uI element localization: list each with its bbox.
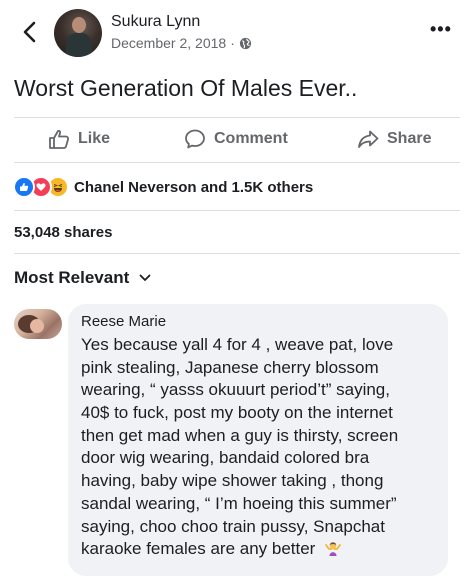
comment-sort-label: Most Relevant xyxy=(14,268,130,287)
comment-line: then get mad when a guy is thirsty, scre… xyxy=(81,425,399,445)
post-meta: December 2, 2018 · xyxy=(111,35,252,51)
author-avatar[interactable] xyxy=(54,9,102,57)
comment-line-last: karaoke females are any better xyxy=(81,538,443,561)
person-shrugging-emoji xyxy=(325,542,341,557)
comment-line: 40$ to fuck, post my booty on the intern… xyxy=(81,403,393,423)
comment-line: Yes because yall 4 for 4 , weave pat, lo… xyxy=(81,335,394,354)
post-text: Worst Generation Of Males Ever.. xyxy=(14,75,358,101)
post-actions: Like Comment Share xyxy=(0,118,474,162)
share-button[interactable]: Share xyxy=(357,128,431,150)
comment-sort-dropdown[interactable]: Most Relevant xyxy=(14,268,151,288)
comment-line: having, baby wipe shower taking , thong xyxy=(81,471,384,491)
share-arrow-icon xyxy=(358,130,379,148)
more-options-button[interactable]: ••• xyxy=(430,20,452,38)
share-count[interactable]: 53,048 shares xyxy=(14,224,112,241)
commenter-avatar[interactable] xyxy=(14,309,62,339)
like-icon xyxy=(13,176,35,198)
comment-line: pink stealing, Japanese cherry blossom xyxy=(81,357,379,377)
share-label: Share xyxy=(387,130,432,147)
divider xyxy=(14,210,460,211)
divider xyxy=(14,162,460,163)
chevron-down-icon xyxy=(139,274,151,281)
post-date[interactable]: December 2, 2018 xyxy=(111,35,226,51)
comment-line: saying, choo choo train pussy, Snapchat xyxy=(81,516,385,536)
meta-separator: · xyxy=(230,35,235,51)
comment-line: sandal wearing, “ I’m hoeing this summer… xyxy=(81,493,397,513)
speech-bubble-icon xyxy=(185,129,205,149)
like-button[interactable]: Like xyxy=(48,128,110,150)
comment-button[interactable]: Comment xyxy=(184,128,288,150)
comment-line-text: karaoke females are any better xyxy=(81,539,316,559)
author-name[interactable]: Sukura Lynn xyxy=(111,13,200,31)
comment-label: Comment xyxy=(214,130,288,147)
comment-line: wearing, “ yasss okuuurt period’t” sayin… xyxy=(81,380,390,400)
chevron-left-icon[interactable] xyxy=(20,20,40,44)
commenter-name[interactable]: Reese Marie xyxy=(81,313,166,330)
reaction-summary[interactable]: Chanel Neverson and 1.5K others xyxy=(13,175,313,199)
post-header: Sukura Lynn December 2, 2018 · ••• xyxy=(0,0,474,64)
comment-line: door wig wearing, bandaid colored bra xyxy=(81,448,370,468)
divider xyxy=(14,253,460,254)
like-label: Like xyxy=(78,130,111,147)
comment-text: Yes because yall 4 for 4 , weave pat, lo… xyxy=(81,334,443,561)
reaction-summary-text: Chanel Neverson and 1.5K others xyxy=(74,178,314,196)
globe-icon xyxy=(239,37,251,49)
thumbs-up-icon xyxy=(49,129,70,149)
